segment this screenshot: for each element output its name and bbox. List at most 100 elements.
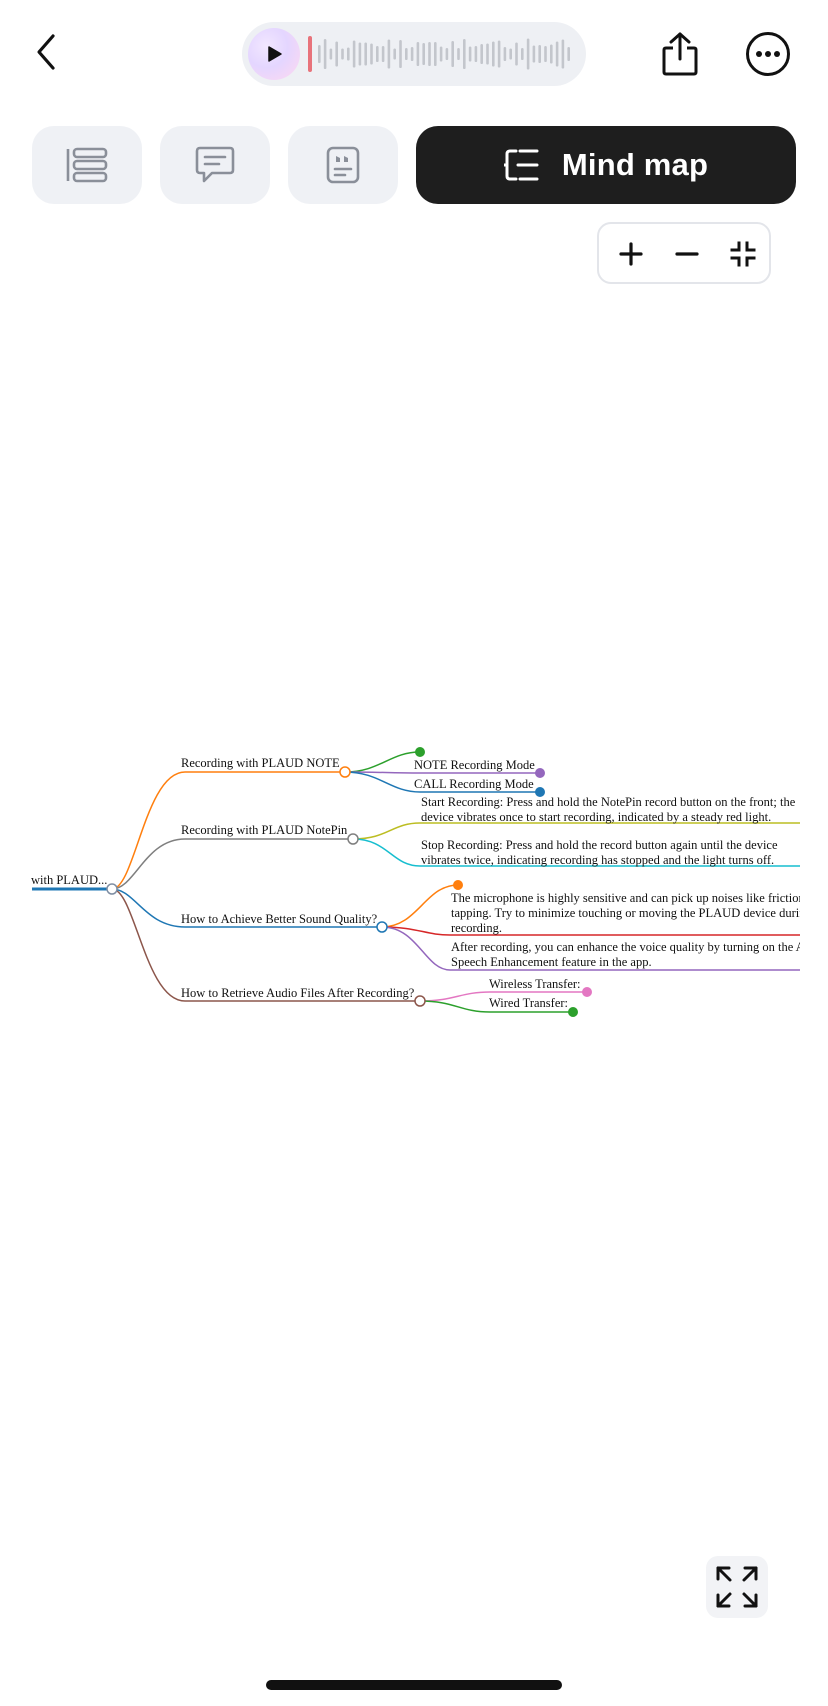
waveform-bar: [457, 48, 460, 60]
waveform-bar: [503, 47, 507, 61]
leaf-dot: [568, 1007, 578, 1017]
root-node-toggle[interactable]: [106, 883, 118, 895]
waveform-bar: [323, 39, 327, 69]
waveform-bar: [509, 48, 512, 60]
mind-map-icon: [503, 149, 539, 181]
play-button[interactable]: [248, 28, 300, 80]
zoom-controls: [597, 222, 771, 284]
minus-icon: [675, 252, 699, 256]
edge-b3-leaf-0: [381, 884, 459, 928]
leaf-label[interactable]: tapping. Try to minimize touching or mov…: [451, 906, 800, 920]
leaf-label[interactable]: CALL Recording Mode: [414, 777, 534, 791]
playhead[interactable]: [308, 36, 312, 72]
waveform-bar: [393, 48, 396, 60]
waveform-bar: [492, 41, 495, 67]
leaf-label[interactable]: device vibrates once to start recording,…: [421, 810, 771, 824]
branch-4-toggle[interactable]: [414, 995, 426, 1007]
leaf-dot: [415, 747, 425, 757]
waveform-bar: [341, 48, 344, 60]
branch-label[interactable]: Recording with PLAUD NOTE: [181, 756, 340, 770]
waveform-bar: [364, 42, 367, 66]
branch-label[interactable]: How to Retrieve Audio Files After Record…: [181, 986, 415, 1000]
waveform-bar: [567, 47, 570, 61]
leaf-label[interactable]: vibrates twice, indicating recording has…: [421, 853, 774, 867]
more-options-button[interactable]: [744, 30, 792, 78]
waveform-scrubber[interactable]: [308, 36, 576, 72]
expand-icon: [716, 1566, 758, 1608]
leaf-label[interactable]: Wireless Transfer:: [489, 977, 581, 991]
waveform-bar: [352, 40, 356, 68]
share-button[interactable]: [652, 26, 708, 82]
leaf-label[interactable]: Start Recording: Press and hold the Note…: [421, 795, 796, 809]
leaf-dot: [535, 768, 545, 778]
zoom-out-button[interactable]: [665, 232, 709, 276]
waveform-bar: [318, 45, 321, 63]
waveform-bar: [474, 46, 478, 62]
list-icon: [66, 147, 108, 183]
edge-branch-4: [111, 888, 420, 1002]
zoom-in-button[interactable]: [609, 232, 653, 276]
branch-label[interactable]: How to Achieve Better Sound Quality?: [181, 912, 378, 926]
leaf-label[interactable]: recording.: [451, 921, 502, 935]
fullscreen-button[interactable]: [706, 1556, 768, 1618]
tab-outline[interactable]: [32, 126, 142, 204]
back-button[interactable]: [24, 30, 68, 74]
chat-icon: [195, 146, 235, 183]
waveform-bar: [463, 39, 466, 69]
quote-document-icon: [326, 146, 360, 184]
leaf-label[interactable]: Wired Transfer:: [489, 996, 568, 1010]
collapse-icon: [730, 241, 756, 267]
waveform-bar: [416, 42, 420, 66]
branch-1-toggle[interactable]: [339, 766, 351, 778]
tab-mind-map-label: Mind map: [561, 147, 709, 182]
branch-2-toggle[interactable]: [347, 833, 359, 845]
waveform-bar: [381, 46, 385, 62]
waveform-bar: [544, 46, 547, 62]
leaf-label[interactable]: Speech Enhancement feature in the app.: [451, 955, 652, 969]
home-indicator: [266, 1680, 562, 1690]
waveform-bar: [358, 42, 362, 66]
waveform-bar: [434, 42, 437, 66]
tab-mind-map[interactable]: Mind map: [416, 126, 796, 204]
leaf-label[interactable]: After recording, you can enhance the voi…: [451, 940, 800, 954]
waveform-bar: [335, 41, 338, 67]
leaf-label[interactable]: The microphone is highly sensitive and c…: [451, 891, 800, 905]
audio-player[interactable]: [242, 22, 586, 86]
waveform-bar: [526, 38, 530, 70]
waveform-bar: [329, 48, 333, 60]
waveform-bar: [422, 43, 425, 65]
edge-branch-2: [111, 838, 353, 890]
edge-b3-leaf-1: [381, 926, 800, 936]
waveform-bar: [486, 43, 489, 65]
waveform-bar: [521, 48, 524, 60]
play-icon: [268, 46, 282, 62]
waveform-bar: [550, 44, 553, 64]
mind-map-root[interactable]: with PLAUD...: [31, 873, 107, 887]
branch-3-toggle[interactable]: [376, 921, 388, 933]
leaf-dot: [453, 880, 463, 890]
waveform-bar: [370, 43, 373, 65]
more-icon: [746, 32, 790, 76]
waveform-bar: [439, 46, 443, 62]
share-icon: [662, 32, 698, 76]
leaf-label[interactable]: NOTE Recording Mode: [414, 758, 535, 772]
branch-label[interactable]: Recording with PLAUD NotePin: [181, 823, 348, 837]
fit-to-screen-button[interactable]: [721, 232, 765, 276]
waveform-bar: [387, 39, 391, 69]
waveform-bar: [468, 46, 472, 62]
tab-summary[interactable]: [288, 126, 398, 204]
leaf-dot: [582, 987, 592, 997]
waveform-bar: [376, 46, 379, 62]
waveform-bar: [515, 42, 518, 66]
waveform-bar: [538, 45, 541, 63]
tab-transcript[interactable]: [160, 126, 270, 204]
waveform-bar: [405, 48, 408, 60]
mind-map-canvas[interactable]: with PLAUD... Recording with PLAUD NOTE …: [0, 720, 800, 1020]
waveform-bar: [497, 40, 501, 68]
waveform-bar: [428, 42, 431, 66]
waveform-bar: [561, 39, 565, 69]
waveform-bar: [347, 47, 350, 61]
plus-icon: [619, 242, 643, 266]
waveform-bar: [555, 41, 559, 67]
leaf-label[interactable]: Stop Recording: Press and hold the recor…: [421, 838, 778, 852]
